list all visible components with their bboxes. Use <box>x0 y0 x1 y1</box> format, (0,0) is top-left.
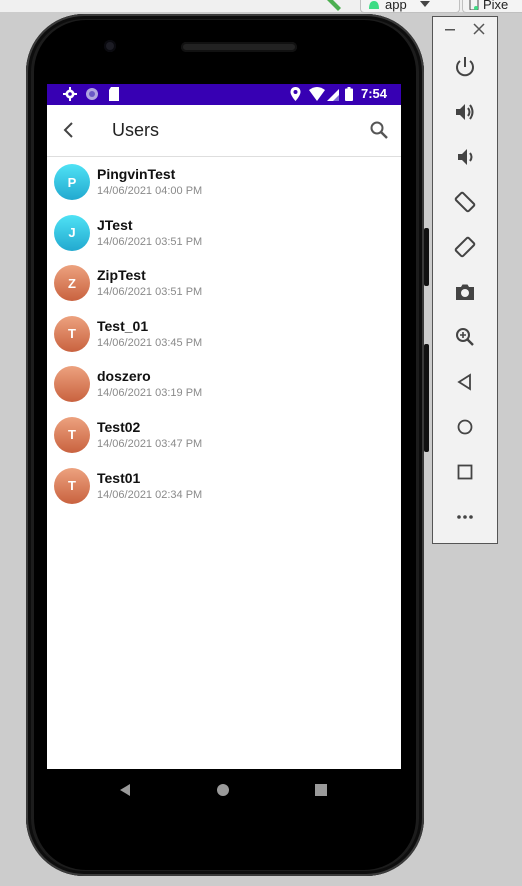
avatar-initial: Z <box>68 275 76 291</box>
wifi-icon <box>309 87 325 101</box>
user-avatar: T <box>54 315 90 352</box>
sd-card-icon <box>109 87 119 101</box>
user-list-item[interactable]: Z ZipTest 14/06/2021 03:51 PM <box>47 258 401 309</box>
user-name: JTest <box>97 216 133 233</box>
user-date: 14/06/2021 03:19 PM <box>97 387 203 400</box>
emulator-control-panel <box>432 16 498 544</box>
user-avatar: T <box>54 467 90 504</box>
user-date: 14/06/2021 04:00 PM <box>97 185 203 197</box>
location-icon <box>290 87 301 101</box>
user-date: 14/06/2021 03:47 PM <box>97 437 203 450</box>
user-name: PingvinTest <box>97 166 176 182</box>
settings-gear-icon <box>63 87 77 101</box>
user-date: 14/06/2021 03:45 PM <box>97 336 203 349</box>
circle-notification-icon <box>86 88 98 100</box>
user-list-item[interactable]: T Test_01 14/06/2021 03:45 PM <box>47 309 401 360</box>
run-config-label: app <box>385 0 407 12</box>
build-hammer-icon[interactable] <box>322 0 346 12</box>
user-name: ZipTest <box>97 267 146 284</box>
device-dropdown[interactable]: Pixe <box>462 0 522 13</box>
run-config-dropdown[interactable]: app <box>360 0 460 13</box>
user-list-item[interactable]: J JTest 14/06/2021 03:51 PM <box>47 208 401 259</box>
nav-overview-icon[interactable] <box>312 781 330 799</box>
back-icon[interactable] <box>453 370 477 394</box>
user-name: Test_01 <box>97 317 149 334</box>
volume-side-button <box>424 344 429 452</box>
app-bar: Users <box>47 105 401 157</box>
camera-icon[interactable] <box>453 280 477 304</box>
android-nav-bar <box>47 769 401 811</box>
status-bar: 7:54 <box>47 84 401 105</box>
chevron-down-icon <box>419 1 430 7</box>
zoom-icon[interactable] <box>453 325 477 349</box>
user-list-item[interactable]: P PingvinTest 14/06/2021 04:00 PM <box>47 157 401 208</box>
user-date: 14/06/2021 03:51 PM <box>97 235 203 248</box>
battery-icon <box>345 87 353 101</box>
user-list-item[interactable]: T Test02 14/06/2021 03:47 PM <box>47 410 401 461</box>
volume-up-icon[interactable] <box>453 100 477 124</box>
user-avatar <box>54 366 90 403</box>
device-label: Pixe <box>483 0 509 12</box>
overview-icon[interactable] <box>453 460 477 484</box>
user-list-item[interactable]: doszero 14/06/2021 03:19 PM <box>47 359 401 410</box>
avatar-initial: P <box>67 174 77 190</box>
emulator-titlebar <box>433 17 499 45</box>
user-name: doszero <box>97 368 151 385</box>
avatar-initial: T <box>68 427 76 443</box>
user-date: 14/06/2021 02:34 PM <box>97 488 203 501</box>
android-icon <box>369 1 379 9</box>
power-icon[interactable] <box>453 55 477 79</box>
page-title: Users <box>112 120 160 140</box>
cell-signal-icon <box>327 89 339 101</box>
minimize-icon[interactable] <box>445 23 455 35</box>
close-icon[interactable] <box>473 21 485 35</box>
user-avatar: Z <box>54 265 90 302</box>
rotate-right-icon[interactable] <box>453 235 477 259</box>
nav-home-icon[interactable] <box>214 781 232 799</box>
device-icon <box>469 0 479 10</box>
power-side-button <box>424 228 429 286</box>
rotate-left-icon[interactable] <box>453 190 477 214</box>
user-list-item[interactable]: T Test01 14/06/2021 02:34 PM <box>47 461 401 512</box>
user-avatar: T <box>54 416 90 453</box>
avatar-initial: T <box>68 478 76 494</box>
nav-back-icon[interactable] <box>116 781 134 799</box>
front-camera <box>104 40 116 52</box>
avatar-initial: J <box>68 225 76 241</box>
volume-down-icon[interactable] <box>453 145 477 169</box>
earpiece-speaker <box>181 42 297 52</box>
home-icon[interactable] <box>453 415 477 439</box>
user-name: Test01 <box>97 469 141 486</box>
device-screen: 7:54 Users P PingvinTest 14/06/2021 04:0… <box>47 84 401 769</box>
status-time: 7:54 <box>360 86 387 101</box>
user-avatar: P <box>54 164 90 200</box>
user-avatar: J <box>54 214 90 251</box>
back-arrow-icon[interactable] <box>57 118 81 142</box>
search-icon[interactable] <box>367 118 391 142</box>
more-icon[interactable] <box>453 505 477 529</box>
users-list: P PingvinTest 14/06/2021 04:00 PM J JTes… <box>47 157 401 511</box>
avatar-initial: T <box>68 326 76 342</box>
user-name: Test02 <box>97 418 141 435</box>
user-date: 14/06/2021 03:51 PM <box>97 286 203 299</box>
